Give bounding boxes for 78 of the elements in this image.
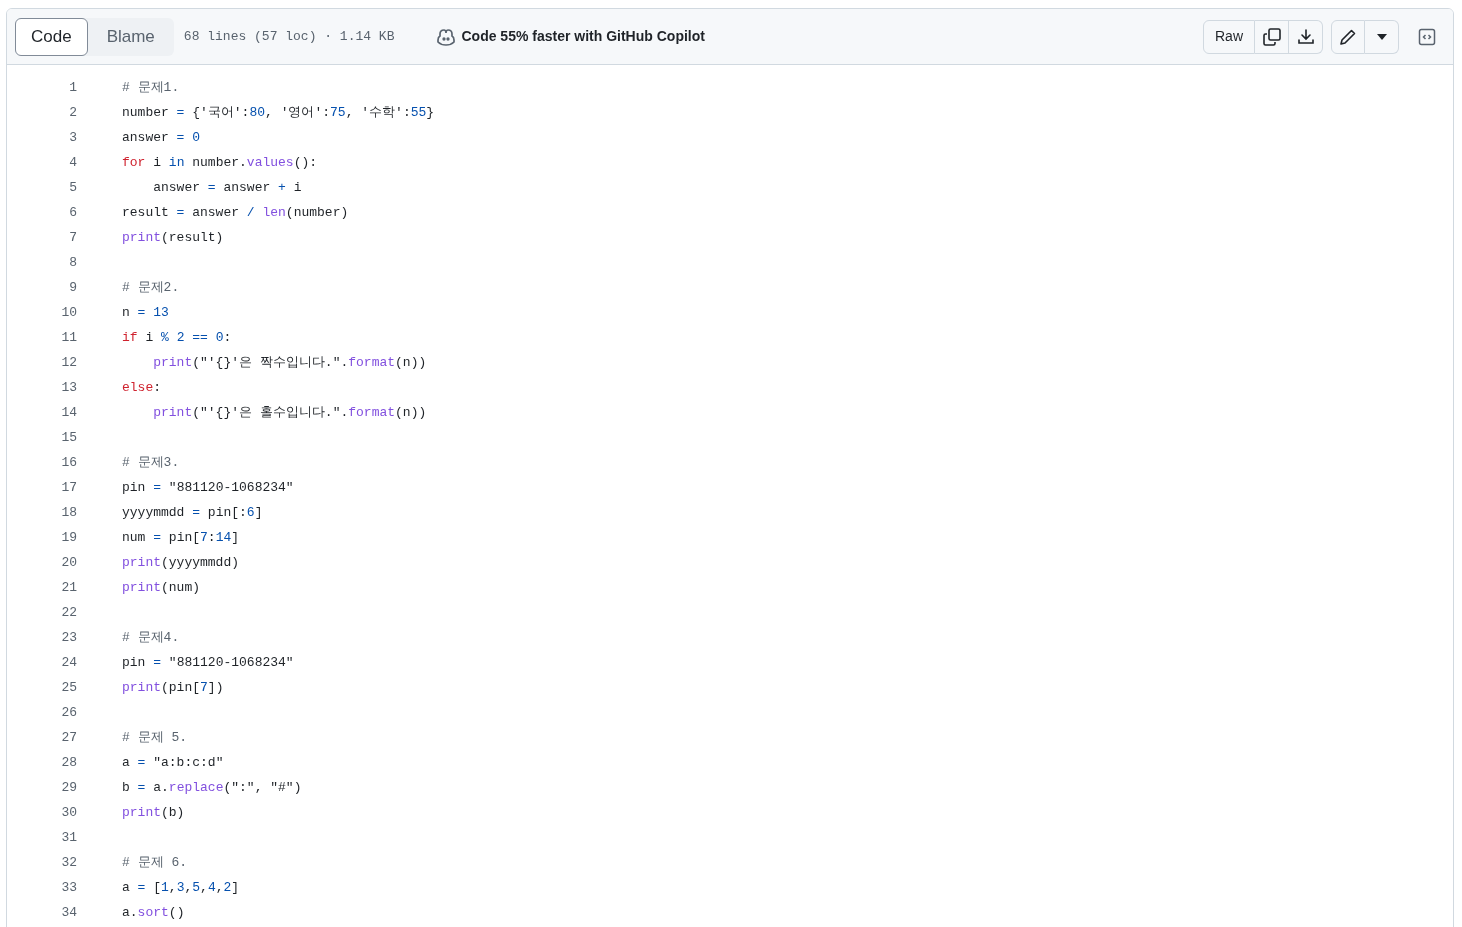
line-number: 12 [60,353,77,372]
line-number: 26 [60,703,77,722]
line-number: 16 [60,453,77,472]
line-number: 17 [60,478,77,497]
copilot-icon [436,27,457,46]
line-number: 18 [60,503,77,522]
line-number: 22 [60,603,77,622]
code-line: a = "a:b:c:d" [122,753,224,772]
code-line: pin = "881120-1068234" [122,478,294,497]
copy-button[interactable] [1255,19,1289,54]
code-line: answer = answer + i [152,178,302,197]
code-line: print("'{}'은 홀수입니다.".format(n)) [152,403,427,422]
download-button[interactable] [1289,19,1323,54]
copilot-link[interactable]: Code 55% faster with GitHub Copilot [436,26,705,47]
line-number: 14 [60,403,77,422]
line-number: 3 [68,128,77,147]
more-edit-options-button[interactable] [1365,19,1399,54]
line-number: 7 [68,228,77,247]
code-line: # 문제 5. [122,728,187,747]
line-number: 4 [68,153,77,172]
code-line: print(result) [122,228,224,247]
raw-button[interactable]: Raw [1203,19,1255,54]
line-number: 21 [60,578,77,597]
line-number: 19 [60,528,77,547]
pencil-icon [1339,27,1357,46]
file-info: 68 lines (57 loc) · 1.14 KB [183,27,395,46]
code-line: a.sort() [122,903,185,922]
code-line: number = {'국어':80, '영어':75, '수학':55} [122,103,435,122]
line-number: 1 [68,78,77,97]
edit-button[interactable] [1331,19,1365,54]
line-number: 10 [60,303,77,322]
copy-icon [1262,27,1281,46]
code-line: answer = 0 [122,128,201,147]
line-number: 27 [60,728,77,747]
line-number: 9 [68,278,77,297]
code-square-icon [1418,27,1436,46]
code-line: a = [1,3,5,4,2] [122,878,240,897]
line-number: 28 [60,753,77,772]
line-number: 5 [68,178,77,197]
line-number: 30 [60,803,77,822]
line-number: 6 [68,203,77,222]
code-line: pin = "881120-1068234" [122,653,294,672]
code-line: # 문제4. [122,628,180,647]
code-line: # 문제3. [122,453,180,472]
line-number: 25 [60,678,77,697]
code-line: result = answer / len(number) [122,203,349,222]
line-number: 23 [60,628,77,647]
code-line: else: [122,378,162,397]
code-line: b = a.replace(":", "#") [122,778,302,797]
line-number: 11 [60,328,77,347]
line-number: 29 [60,778,77,797]
view-tab[interactable]: Blame [87,17,174,56]
code-line: print(num) [122,578,201,597]
code-line: # 문제 6. [122,853,187,872]
code-line: yyyymmdd = pin[:6] [122,503,263,522]
line-number: 8 [68,253,77,272]
code-line: if i % 2 == 0: [122,328,232,347]
code-line: print(b) [122,803,185,822]
download-icon [1296,27,1315,46]
code-line: for i in number.values(): [122,153,318,172]
line-number: 34 [60,903,77,922]
code-line: # 문제2. [122,278,180,297]
code-line: num = pin[7:14] [122,528,240,547]
code-line: print(yyyymmdd) [122,553,240,572]
line-number: 2 [68,103,77,122]
line-number: 31 [60,828,77,847]
code-line: print("'{}'은 짝수입니다.".format(n)) [152,353,427,372]
line-number: 20 [60,553,77,572]
line-number: 13 [60,378,77,397]
view-tab[interactable]: Code [15,17,88,56]
line-number: 15 [60,428,77,447]
caret-icon [1376,33,1387,40]
line-number: 33 [60,878,77,897]
code-line: n = 13 [122,303,169,322]
line-number: 32 [60,853,77,872]
code-line: # 문제1. [122,78,180,97]
code-line: print(pin[7]) [122,678,224,697]
line-number: 24 [60,653,77,672]
